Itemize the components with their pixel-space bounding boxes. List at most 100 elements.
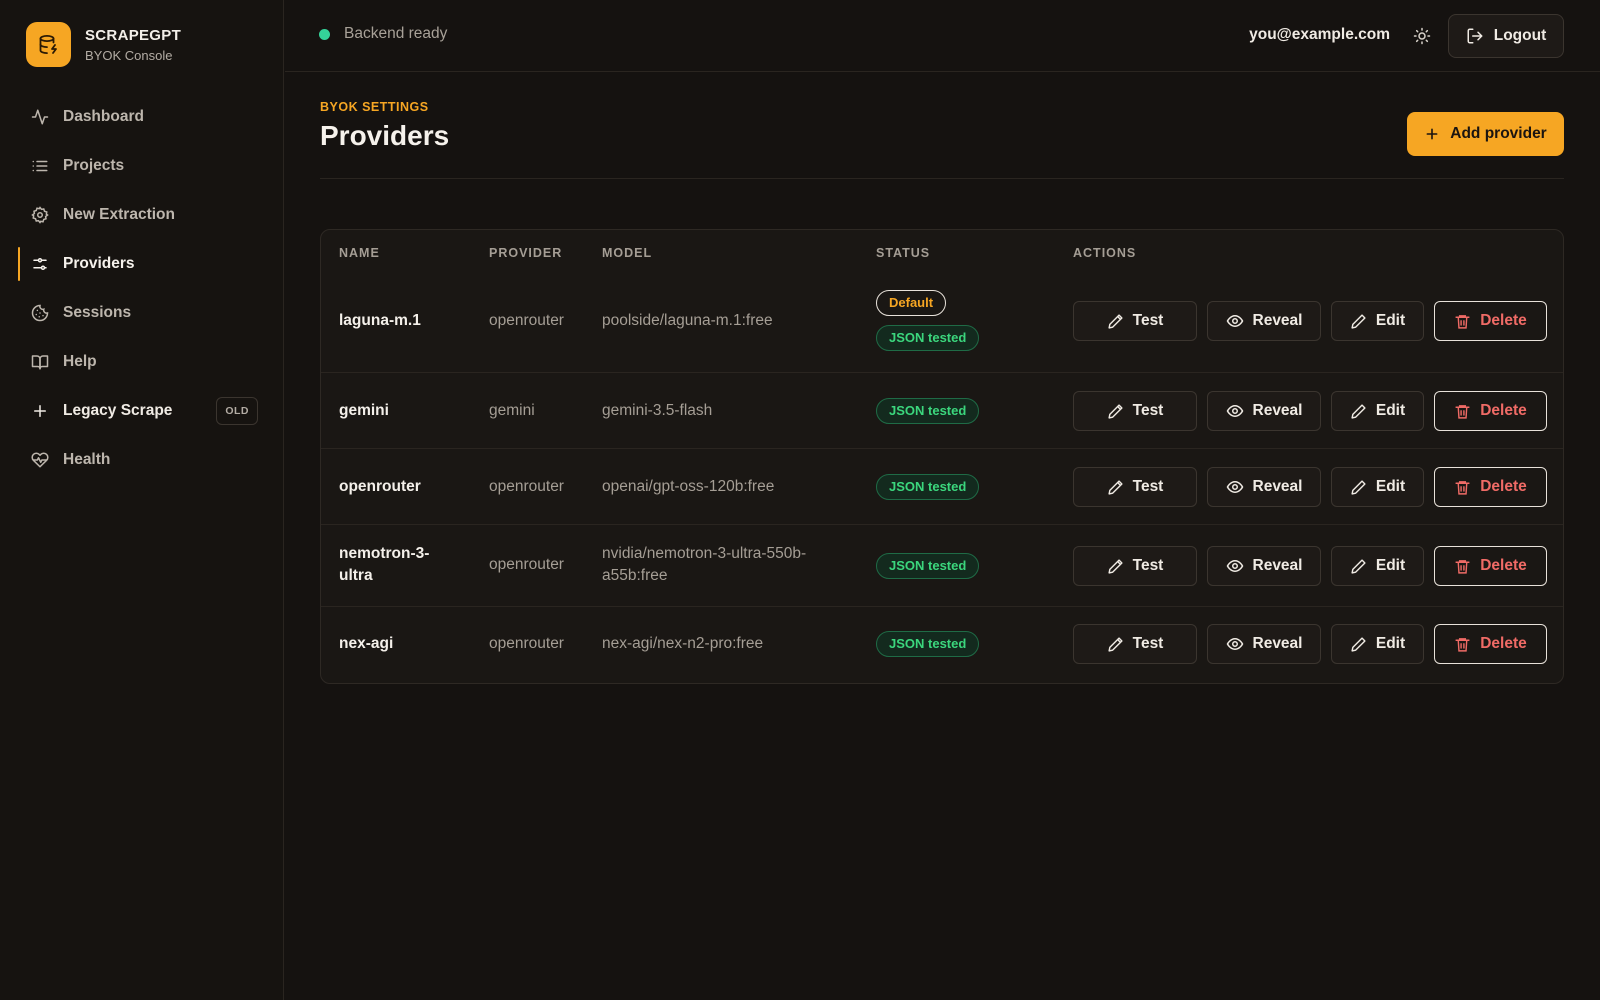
pencil-icon	[1351, 479, 1366, 495]
status-badge: JSON tested	[876, 474, 980, 500]
eye-icon	[1226, 637, 1243, 651]
test-button[interactable]: Test	[1073, 467, 1197, 507]
delete-button[interactable]: Delete	[1434, 467, 1547, 507]
row-actions: Test Reveal Edit Delete	[1073, 624, 1557, 664]
row-actions: Test Reveal Edit Delete	[1073, 391, 1557, 431]
providers-table: NAME PROVIDER MODEL STATUS ACTIONS lagun…	[320, 229, 1564, 684]
status-badge: JSON tested	[876, 325, 980, 351]
column-header-provider: PROVIDER	[489, 246, 563, 260]
book-icon	[31, 353, 49, 371]
provider-model: nex-agi/nex-n2-pro:free	[602, 635, 764, 652]
user-email: you@example.com	[1249, 26, 1390, 43]
sidebar: SCRAPEGPT BYOK Console Dashboard Project…	[0, 0, 284, 1000]
column-header-model: MODEL	[602, 246, 653, 260]
delete-label: Delete	[1480, 312, 1527, 329]
provider-name: nex-agi	[339, 635, 394, 652]
delete-button[interactable]: Delete	[1434, 391, 1547, 431]
sun-icon[interactable]	[1411, 25, 1433, 47]
trash-icon	[1455, 559, 1470, 574]
delete-button[interactable]: Delete	[1434, 624, 1547, 664]
row-actions: Test Reveal Edit Delete	[1073, 467, 1557, 507]
page-title: Providers	[320, 120, 450, 151]
edit-button[interactable]: Edit	[1331, 301, 1424, 341]
edit-button[interactable]: Edit	[1331, 546, 1424, 586]
table-row: gemini gemini gemini-3.5-flash JSON test…	[321, 372, 1563, 448]
delete-label: Delete	[1480, 402, 1527, 419]
settings-icon	[31, 206, 49, 224]
eye-icon	[1226, 559, 1243, 573]
row-actions: Test Reveal Edit Delete	[1073, 301, 1557, 341]
table-row: nemotron-3-ultra openrouter nvidia/nemot…	[321, 524, 1563, 606]
edit-button[interactable]: Edit	[1331, 391, 1424, 431]
reveal-button[interactable]: Reveal	[1207, 467, 1321, 507]
sidebar-item-legacy-scrape[interactable]: Legacy Scrape OLD	[18, 394, 268, 428]
test-label: Test	[1132, 402, 1164, 419]
provider-model: openai/gpt-oss-120b:free	[602, 478, 775, 495]
provider-type: openrouter	[489, 635, 564, 652]
provider-name: nemotron-3-ultra	[339, 545, 430, 584]
brand-name: SCRAPEGPT	[85, 26, 182, 44]
reveal-button[interactable]: Reveal	[1207, 546, 1321, 586]
reveal-button[interactable]: Reveal	[1207, 391, 1321, 431]
provider-type: openrouter	[489, 556, 564, 573]
test-button[interactable]: Test	[1073, 624, 1197, 664]
column-header-name: NAME	[339, 246, 380, 260]
provider-model: gemini-3.5-flash	[602, 402, 713, 419]
pencil-icon	[1351, 403, 1366, 419]
topbar: Backend ready you@example.com Logout	[285, 0, 1600, 72]
reveal-label: Reveal	[1252, 557, 1303, 574]
header-divider	[320, 178, 1564, 179]
plus-icon	[31, 402, 49, 420]
brand-subtitle: BYOK Console	[85, 47, 173, 63]
sidebar-item-projects[interactable]: Projects	[18, 149, 268, 183]
provider-model: nvidia/nemotron-3-ultra-550b-a55b:free	[602, 545, 807, 584]
sidebar-item-dashboard[interactable]: Dashboard	[18, 100, 268, 134]
column-header-actions: ACTIONS	[1073, 246, 1137, 260]
table-row: nex-agi openrouter nex-agi/nex-n2-pro:fr…	[321, 606, 1563, 683]
pencil-icon	[1351, 636, 1366, 652]
sidebar-item-providers[interactable]: Providers	[18, 247, 268, 281]
provider-type: openrouter	[489, 478, 564, 495]
default-badge: Default	[876, 290, 947, 316]
column-header-status: STATUS	[876, 246, 931, 260]
reveal-button[interactable]: Reveal	[1207, 301, 1321, 341]
delete-button[interactable]: Delete	[1434, 301, 1547, 341]
plus-icon	[1426, 128, 1438, 140]
edit-button[interactable]: Edit	[1331, 467, 1424, 507]
status-dot	[319, 28, 330, 40]
trash-icon	[1455, 314, 1470, 329]
test-label: Test	[1132, 478, 1164, 495]
sidebar-item-sessions[interactable]: Sessions	[18, 296, 268, 330]
status-badge: JSON tested	[876, 631, 980, 657]
provider-type: gemini	[489, 402, 535, 419]
sidebar-item-label: Providers	[63, 255, 135, 272]
brand[interactable]: SCRAPEGPT BYOK Console	[26, 22, 181, 67]
sidebar-item-label: Help	[63, 353, 97, 370]
add-provider-button[interactable]: Add provider	[1407, 112, 1564, 156]
reveal-label: Reveal	[1252, 635, 1303, 652]
reveal-button[interactable]: Reveal	[1207, 624, 1321, 664]
test-button[interactable]: Test	[1073, 391, 1197, 431]
edit-label: Edit	[1375, 557, 1406, 574]
status-badges: Default JSON tested	[876, 290, 980, 351]
edit-label: Edit	[1375, 478, 1406, 495]
pen-icon	[1108, 636, 1123, 652]
sidebar-nav: Dashboard Projects New Extraction Provid…	[18, 100, 268, 492]
pen-icon	[1108, 403, 1123, 419]
test-label: Test	[1132, 635, 1164, 652]
provider-name: gemini	[339, 402, 389, 419]
logout-button[interactable]: Logout	[1448, 14, 1564, 58]
sidebar-item-label: Health	[63, 451, 111, 468]
pencil-icon	[1351, 313, 1366, 329]
test-button[interactable]: Test	[1073, 546, 1197, 586]
list-icon	[31, 157, 49, 175]
edit-label: Edit	[1375, 312, 1406, 329]
sidebar-item-new-extraction[interactable]: New Extraction	[18, 198, 268, 232]
eye-icon	[1226, 314, 1243, 328]
delete-button[interactable]: Delete	[1434, 546, 1547, 586]
edit-button[interactable]: Edit	[1331, 624, 1424, 664]
pen-icon	[1108, 479, 1123, 495]
sidebar-item-help[interactable]: Help	[18, 345, 268, 379]
test-button[interactable]: Test	[1073, 301, 1197, 341]
sidebar-item-health[interactable]: Health	[18, 443, 268, 477]
